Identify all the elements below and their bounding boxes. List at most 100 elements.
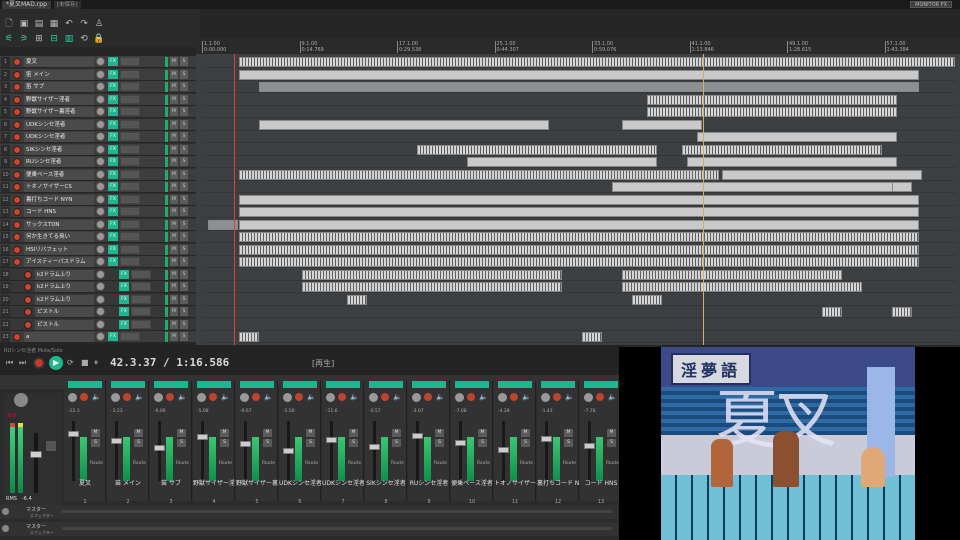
mute-button[interactable]: M [170, 244, 178, 254]
loop-toggle-icon[interactable]: ⟳ [67, 358, 77, 368]
ripple-icon[interactable]: ⚞ [18, 33, 30, 45]
mute-button[interactable]: M [170, 132, 178, 141]
strip-fx-button[interactable] [111, 381, 145, 388]
track-name[interactable]: HSIリバフェット [24, 244, 94, 255]
strip-mute-button[interactable]: M [521, 429, 530, 437]
strip-solo-button[interactable]: S [306, 439, 315, 447]
track-lane[interactable] [202, 156, 956, 168]
track-header[interactable]: 15 何か生きてる臭い FX M S [0, 231, 196, 243]
track-lane[interactable] [202, 81, 956, 93]
track-name[interactable]: 野獣サイザー裏淫者 [24, 107, 94, 117]
io-button[interactable] [131, 294, 151, 304]
pan-knob[interactable] [197, 393, 206, 402]
fx-button[interactable]: FX [108, 107, 118, 116]
strip-record-arm-icon[interactable] [295, 393, 303, 401]
track-name[interactable]: トオノサイザーCS [24, 182, 94, 192]
fx-button[interactable]: FX [108, 332, 118, 341]
mute-button[interactable]: M [170, 57, 178, 66]
speaker-icon[interactable]: 🔈 [307, 393, 316, 401]
io-button[interactable] [120, 332, 140, 341]
speaker-icon[interactable]: 🔈 [92, 393, 101, 401]
track-lane[interactable] [202, 119, 956, 131]
track-lane[interactable] [202, 169, 956, 181]
record-arm-icon[interactable] [24, 308, 32, 316]
strip-mute-button[interactable]: M [478, 429, 487, 437]
mute-button[interactable]: M [170, 207, 178, 216]
record-arm-icon[interactable] [13, 333, 21, 341]
strip-solo-button[interactable]: S [564, 439, 573, 447]
io-button[interactable] [131, 269, 151, 279]
track-header[interactable]: 14 サックスTDN FX M S [0, 218, 196, 231]
pan-knob[interactable] [111, 393, 120, 402]
media-item[interactable] [239, 219, 919, 230]
master-pan-knob[interactable] [14, 393, 28, 407]
media-item[interactable] [632, 294, 662, 305]
record-arm-icon[interactable] [13, 58, 21, 66]
strip-record-arm-icon[interactable] [381, 393, 389, 401]
media-item[interactable] [682, 144, 882, 155]
volume-knob[interactable] [96, 119, 105, 129]
pan-knob[interactable] [455, 393, 464, 402]
io-button[interactable] [120, 107, 140, 116]
solo-button[interactable]: S [180, 244, 188, 254]
track-header[interactable]: 5 野獣サイザー裏淫者 FX M S [0, 106, 196, 118]
strip-fx-button[interactable] [154, 381, 188, 388]
strip-mute-button[interactable]: M [306, 429, 315, 437]
record-arm-icon[interactable] [13, 83, 21, 91]
envelope-icon[interactable]: ⊟ [48, 33, 60, 45]
forward-icon[interactable]: ⏭ [19, 358, 29, 368]
master-row-knob[interactable] [2, 508, 9, 515]
monitor-fx-button[interactable]: MONITOR FX [910, 1, 952, 8]
track-header[interactable]: 13 コード HNS FX M S [0, 206, 196, 218]
track-name[interactable]: k2ドラム上り [35, 269, 94, 280]
track-lane[interactable] [202, 206, 956, 218]
track-name[interactable]: 笛 メイン [24, 69, 94, 80]
track-name[interactable]: a [24, 332, 94, 342]
strip-mute-button[interactable]: M [564, 429, 573, 437]
volume-knob[interactable] [96, 69, 105, 79]
media-item[interactable] [722, 169, 922, 180]
volume-knob[interactable] [96, 319, 105, 329]
undo-icon[interactable]: ↶ [63, 18, 75, 30]
track-name[interactable]: SIKシンセ淫者 [24, 144, 94, 155]
media-item[interactable] [302, 269, 562, 280]
pan-knob[interactable] [412, 393, 421, 402]
track-name[interactable]: コード HNS [24, 207, 94, 217]
fx-button[interactable]: FX [119, 269, 129, 279]
track-header[interactable]: 23 a FX M S [0, 331, 196, 343]
media-item[interactable] [259, 119, 549, 130]
record-arm-icon[interactable] [13, 183, 21, 191]
play-button[interactable]: ▶ [49, 356, 63, 370]
track-header[interactable]: 18 k2ドラム上り FX M S [0, 268, 196, 281]
track-lane[interactable] [202, 131, 956, 143]
mute-button[interactable]: M [170, 332, 178, 341]
media-item[interactable] [622, 119, 702, 130]
mute-button[interactable]: M [170, 94, 178, 104]
track-header[interactable]: 17 アイスティーパスドラム FX M S [0, 256, 196, 268]
track-name[interactable]: k2ドラム上り [35, 294, 94, 305]
track-lane[interactable] [202, 94, 956, 106]
speaker-icon[interactable]: 🔈 [221, 393, 230, 401]
media-item[interactable] [647, 107, 897, 117]
media-item[interactable] [259, 82, 919, 92]
media-item[interactable] [822, 307, 842, 317]
fx-button[interactable]: FX [108, 144, 118, 154]
route-button[interactable]: Route [262, 461, 275, 466]
speaker-icon[interactable]: 🔈 [436, 393, 445, 401]
record-arm-icon[interactable] [24, 320, 32, 329]
volume-knob[interactable] [96, 332, 105, 341]
master-mono-button[interactable] [46, 441, 56, 451]
mute-button[interactable]: M [170, 307, 178, 316]
strip-fx-button[interactable] [197, 381, 231, 388]
track-header[interactable]: 6 UDKシンセ淫者 FX M S [0, 118, 196, 131]
track-header[interactable]: 7 UDKシンセ淫者 FX M S [0, 131, 196, 143]
mute-button[interactable]: M [170, 282, 178, 291]
loop-icon[interactable]: ⟲ [78, 33, 90, 45]
strip-solo-button[interactable]: S [177, 439, 186, 447]
track-lane[interactable] [202, 319, 956, 331]
strip-mute-button[interactable]: M [435, 429, 444, 437]
solo-button[interactable]: S [180, 282, 188, 291]
volume-knob[interactable] [96, 157, 105, 166]
track-header[interactable]: 19 k2ドラム上り FX M S [0, 281, 196, 293]
route-button[interactable]: Route [90, 461, 103, 466]
